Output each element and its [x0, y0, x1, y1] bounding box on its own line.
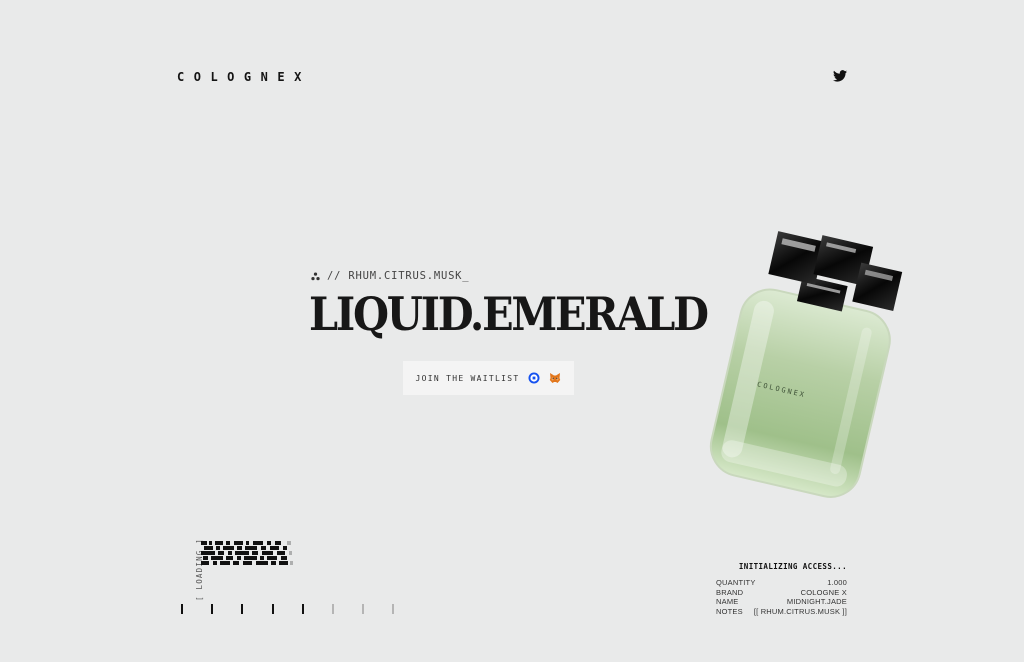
- info-value: 1.000: [827, 578, 847, 587]
- fragrance-notes-line: // RHUM.CITRUS.MUSK_: [311, 270, 469, 282]
- info-value: MIDNIGHT.JADE: [786, 597, 847, 607]
- info-row-quantity: QUANTITY 1.000: [716, 578, 847, 588]
- product-title: LIQUID.EMERALD: [309, 287, 709, 341]
- perfume-bottle-image: COLOGNEX: [709, 231, 903, 498]
- info-value: COLOGNE X: [800, 587, 847, 597]
- info-row-name: NAME MIDNIGHT.JADE: [716, 597, 847, 607]
- access-info-panel: INITIALIZING ACCESS... QUANTITY 1.000 BR…: [716, 562, 847, 616]
- info-value: [[ RHUM.CITRUS.MUSK ]]: [753, 606, 847, 616]
- info-key: QUANTITY: [716, 578, 756, 587]
- info-key: NOTES: [716, 606, 743, 616]
- twitter-icon[interactable]: [833, 70, 847, 82]
- join-waitlist-button[interactable]: JOIN THE WAITLIST: [403, 361, 574, 395]
- info-row-notes: NOTES [[ RHUM.CITRUS.MUSK ]]: [716, 607, 847, 617]
- access-info-heading: INITIALIZING ACCESS...: [738, 562, 847, 571]
- info-key: BRAND: [716, 587, 744, 597]
- loading-progress-ticks: [181, 604, 394, 614]
- fragrance-notes-text: // RHUM.CITRUS.MUSK_: [327, 270, 470, 282]
- metamask-icon: [550, 373, 561, 383]
- coinbase-wallet-icon: [528, 372, 540, 384]
- info-row-brand: BRAND COLOGNE X: [716, 588, 847, 598]
- join-waitlist-label: JOIN THE WAITLIST: [415, 373, 520, 383]
- brand-logo[interactable]: COLOGNEX: [177, 70, 311, 84]
- info-key: NAME: [716, 597, 739, 607]
- three-dots-icon: [311, 271, 320, 280]
- glitch-barcode-graphic: [201, 541, 293, 565]
